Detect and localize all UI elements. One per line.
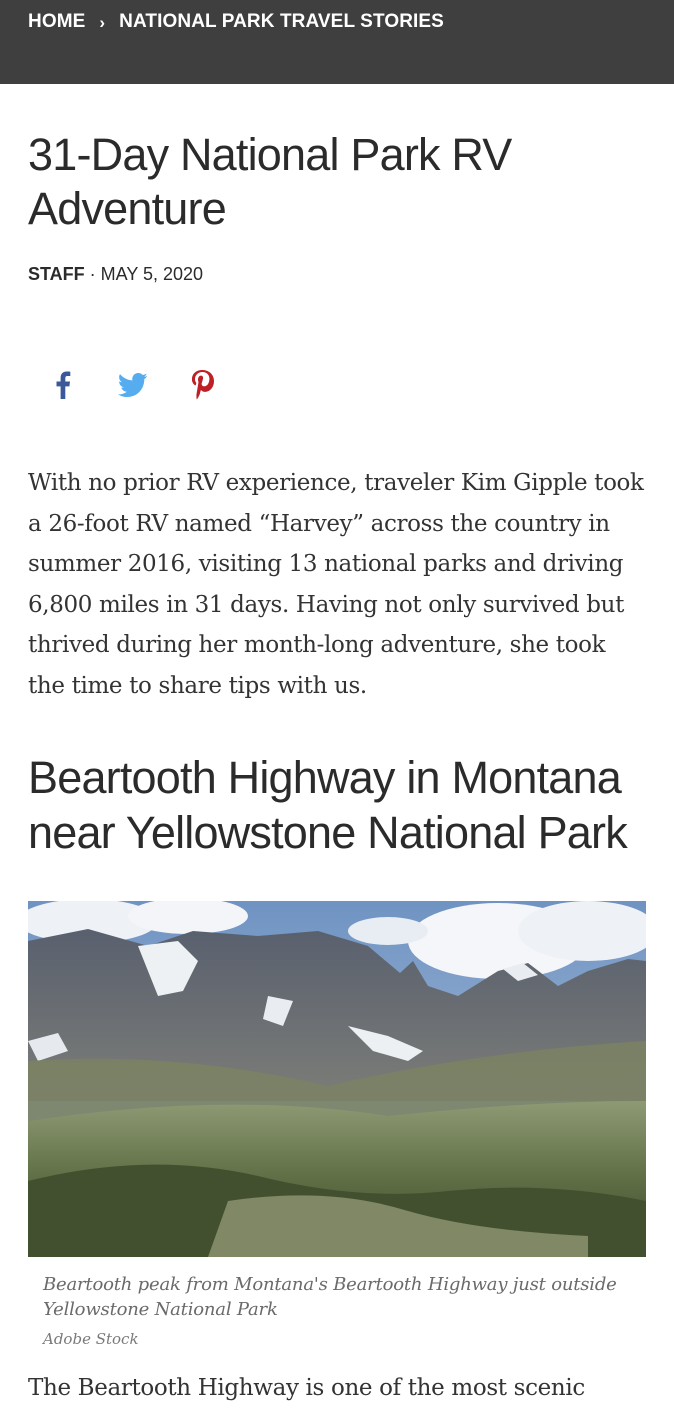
article-lede: With no prior RV experience, traveler Ki… xyxy=(28,470,644,699)
top-header-bar: HOME › NATIONAL PARK TRAVEL STORIES xyxy=(0,0,674,84)
image-credit: Adobe Stock xyxy=(43,1330,139,1348)
breadcrumb-section-link[interactable]: NATIONAL PARK TRAVEL STORIES xyxy=(119,11,444,33)
mountain-landscape-photo xyxy=(28,901,646,1257)
page-title: 31-Day National Park RV Adventure xyxy=(28,129,512,234)
publish-date: MAY 5, 2020 xyxy=(100,264,204,284)
twitter-icon xyxy=(118,372,148,397)
share-buttons xyxy=(0,368,300,404)
photo-illustration xyxy=(28,901,646,1257)
breadcrumb: HOME › NATIONAL PARK TRAVEL STORIES xyxy=(28,9,444,35)
section-heading: Beartooth Highway in Montana near Yellow… xyxy=(28,752,628,858)
byline: STAFF · MAY 5, 2020 xyxy=(28,264,203,285)
facebook-share-button[interactable] xyxy=(47,368,79,402)
image-caption: Beartooth peak from Montana's Beartooth … xyxy=(43,1274,617,1320)
twitter-share-button[interactable] xyxy=(117,368,149,402)
pinterest-icon xyxy=(192,370,214,400)
pinterest-share-button[interactable] xyxy=(187,368,219,402)
breadcrumb-home-link[interactable]: HOME xyxy=(28,11,85,33)
facebook-icon xyxy=(56,371,71,399)
byline-separator: · xyxy=(89,264,96,284)
chevron-right-icon: › xyxy=(99,13,106,32)
author-name[interactable]: STAFF xyxy=(28,264,85,284)
article-body-paragraph: The Beartooth Highway is one of the most… xyxy=(28,1375,585,1401)
